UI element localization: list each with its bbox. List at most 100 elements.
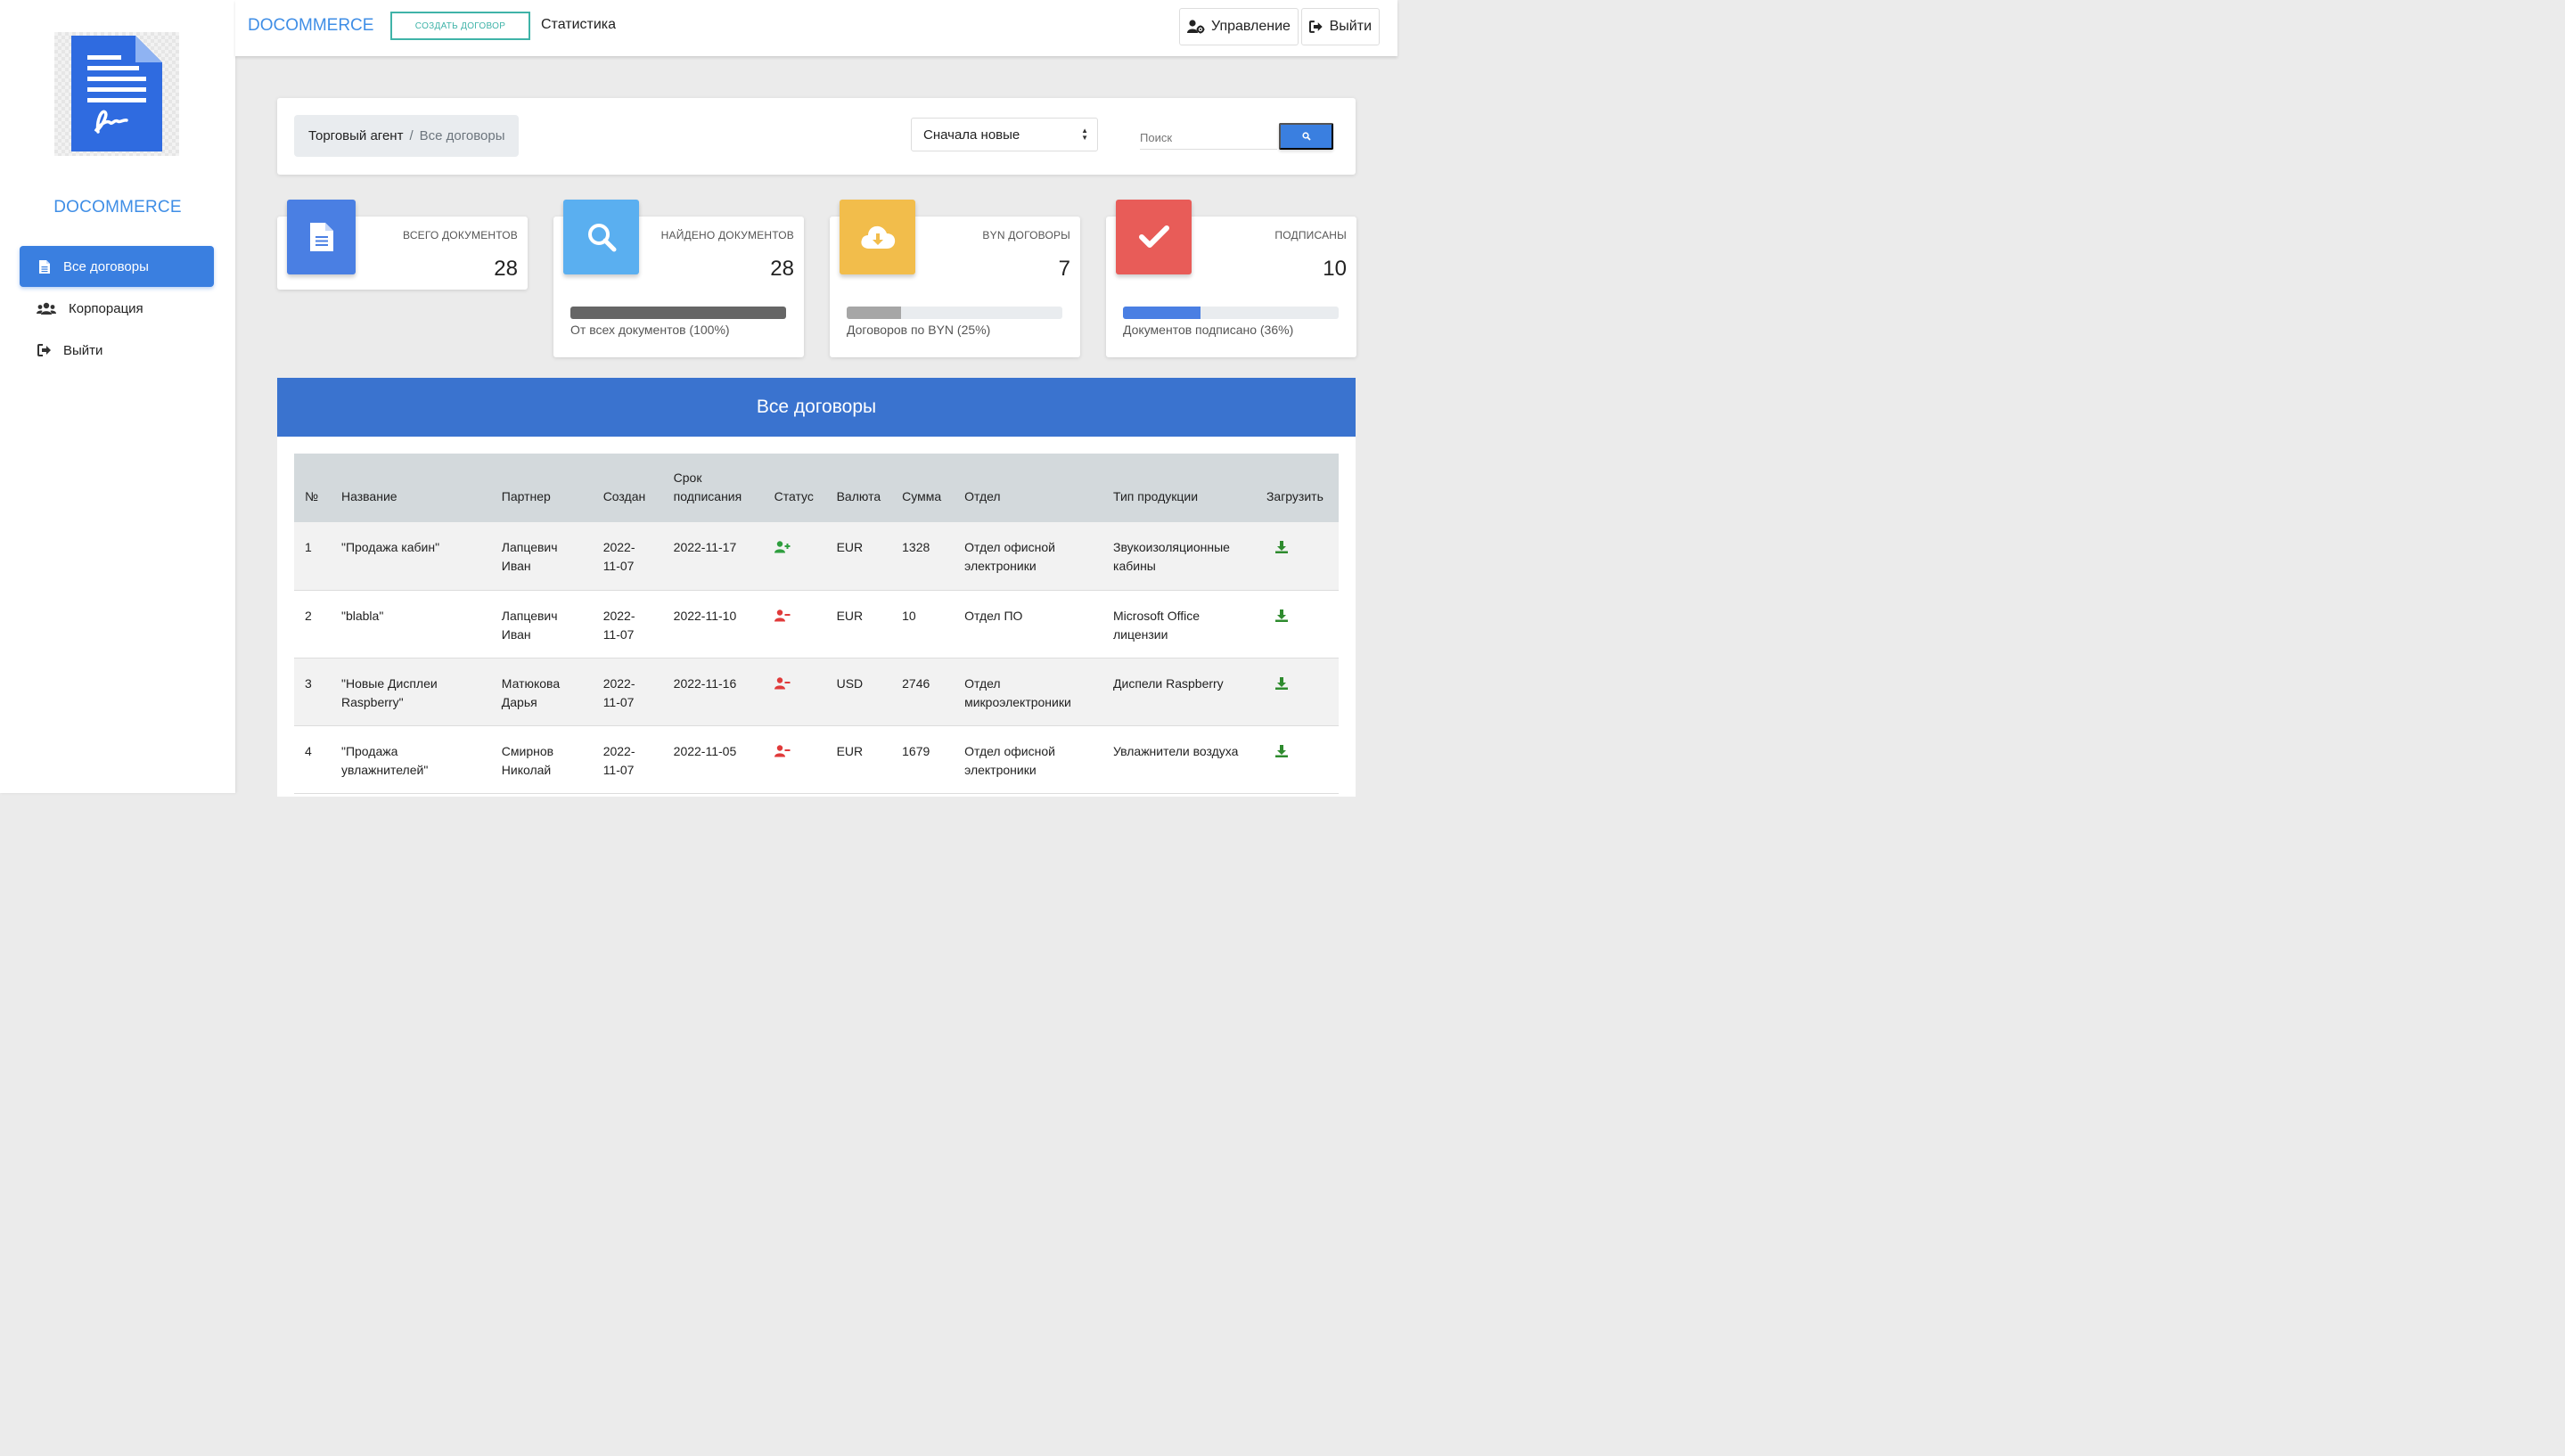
cell-dept: Отдел офисной электроники	[964, 743, 1055, 777]
contract-document-icon	[71, 36, 162, 151]
column-header[interactable]: №	[294, 454, 331, 522]
sort-value: Сначала новые	[923, 127, 1020, 143]
select-arrows-icon: ▲ ▼	[1081, 127, 1088, 142]
column-header[interactable]: Отдел	[954, 454, 1102, 522]
download-icon[interactable]	[1274, 676, 1288, 692]
exit-button[interactable]: Выйти	[1301, 8, 1380, 45]
file-icon	[36, 259, 53, 274]
search-icon	[563, 200, 639, 274]
breadcrumb-current: Все договоры	[419, 128, 505, 143]
cell-status	[764, 590, 826, 658]
sign-out-icon	[36, 344, 53, 356]
sidebar-item-label: Выйти	[63, 342, 103, 358]
sort-select[interactable]: Сначала новые ▲ ▼	[911, 118, 1098, 151]
cell-name: "blabla"	[340, 608, 384, 623]
cell-name: "Продажа кабин"	[340, 540, 440, 554]
user-minus-icon	[774, 676, 791, 692]
stat-value: 10	[1323, 257, 1347, 281]
sidebar-brand: DOCOMMERCE	[53, 198, 182, 217]
sign-out-icon	[1309, 20, 1323, 33]
cell-currency: EUR	[836, 540, 864, 554]
breadcrumb-separator: /	[409, 128, 414, 143]
column-header[interactable]: Название	[331, 454, 491, 522]
cell-created: 2022-11-07	[602, 675, 635, 709]
cell-name: "Новые Дисплеи Raspberry"	[340, 675, 438, 709]
column-header[interactable]: Сумма	[891, 454, 954, 522]
users-icon	[36, 302, 57, 315]
table-row[interactable]: 4 "Продажа увлажнителей" Смирнов Николай 20…	[294, 725, 1339, 793]
column-header: Загрузить	[1266, 489, 1323, 503]
create-contract-button[interactable]: СОЗДАТЬ ДОГОВОР	[390, 12, 530, 40]
sidebar-item-corporation[interactable]: Корпорация	[20, 288, 214, 329]
cell-sum: 2746	[902, 675, 930, 691]
cell-product: Диспели Raspberry	[1113, 675, 1224, 691]
cell-deadline: 2022-11-10	[673, 608, 737, 623]
topbar-brand[interactable]: DOCOMMERCE	[248, 16, 373, 36]
stat-card-total: ВСЕГО ДОКУМЕНТОВ 28	[277, 200, 528, 290]
stat-card-byn: BYN ДОГОВОРЫ 7 Договоров по BYN (25%)	[830, 200, 1080, 357]
stat-value: 28	[770, 257, 794, 281]
stat-label: НАЙДЕНО ДОКУМЕНТОВ	[660, 229, 794, 241]
column-header[interactable]: Тип продукции	[1102, 454, 1256, 522]
column-header[interactable]: Статус	[764, 454, 826, 522]
progress-fill	[570, 307, 786, 319]
table-row[interactable]: 2 "blabla" Лапцевич Иван 2022-11-07 2022-11-…	[294, 590, 1339, 658]
cell-dept: Отдел ПО	[964, 608, 1023, 623]
exit-label: Выйти	[1329, 19, 1372, 34]
table-title: Все договоры	[277, 378, 1356, 437]
cell-partner: Лапцевич Иван	[501, 540, 558, 573]
manage-button[interactable]: Управление	[1179, 8, 1299, 45]
cell-created: 2022-11-07	[602, 608, 635, 642]
user-plus-icon	[774, 541, 791, 556]
search-input[interactable]	[1140, 121, 1277, 150]
cell-status	[764, 522, 826, 590]
cell-status	[764, 725, 826, 793]
sidebar-item-label: Корпорация	[69, 300, 143, 316]
breadcrumb-item[interactable]: Торговый агент	[308, 128, 403, 143]
column-header[interactable]: Создан	[593, 454, 663, 522]
cell-sum: 1328	[902, 540, 930, 554]
cell-currency: EUR	[836, 743, 864, 758]
filter-card: Торговый агент / Все договоры Сначала но…	[277, 98, 1356, 175]
user-minus-icon	[774, 609, 791, 625]
progress-fill	[1123, 307, 1201, 319]
user-cog-icon	[1187, 20, 1205, 34]
contracts-table: № Название Партнер Создан Срок подписани…	[294, 454, 1339, 794]
logo	[54, 32, 179, 156]
cell-no: 1	[305, 540, 312, 554]
progress-bar	[1123, 307, 1339, 319]
column-header[interactable]: Валюта	[826, 454, 892, 522]
stat-label: ВСЕГО ДОКУМЕНТОВ	[403, 229, 518, 241]
cell-no: 4	[305, 743, 312, 758]
cell-product: Увлажнители воздуха	[1113, 743, 1239, 758]
cell-status	[764, 658, 826, 725]
table-row[interactable]: 3 "Новые Дисплеи Raspberry" Матюкова Дарья…	[294, 658, 1339, 725]
download-icon[interactable]	[1274, 609, 1288, 625]
cell-no: 2	[305, 608, 312, 623]
statistics-link[interactable]: Статистика	[541, 17, 616, 33]
download-icon[interactable]	[1274, 541, 1288, 556]
column-header[interactable]: Срок подписания	[663, 454, 764, 522]
cell-sum: 1679	[902, 743, 930, 758]
stat-card-signed: ПОДПИСАНЫ 10 Документов подписано (36%)	[1106, 200, 1356, 357]
sidebar: DOCOMMERCE Все договоры Корпорация Выйти	[0, 0, 235, 793]
cell-deadline: 2022-11-05	[673, 743, 737, 758]
progress-bar	[570, 307, 786, 319]
stat-note: От всех документов (100%)	[570, 323, 730, 337]
cell-dept: Отдел микроэлектроники	[964, 675, 1071, 709]
stat-value: 7	[1058, 257, 1070, 281]
cell-currency: USD	[836, 675, 864, 691]
cell-deadline: 2022-11-16	[673, 675, 737, 691]
cell-name: "Продажа увлажнителей"	[340, 743, 429, 777]
search-button[interactable]	[1279, 123, 1333, 150]
cell-deadline: 2022-11-17	[673, 540, 737, 554]
table-row[interactable]: 1 "Продажа кабин" Лапцевич Иван 2022-11-07 2…	[294, 522, 1339, 590]
column-header[interactable]: Партнер	[491, 454, 593, 522]
sidebar-item-logout[interactable]: Выйти	[20, 330, 214, 371]
sidebar-item-all-contracts[interactable]: Все договоры	[20, 246, 214, 287]
document-icon	[287, 200, 356, 274]
download-icon[interactable]	[1274, 744, 1288, 760]
stat-value: 28	[494, 257, 518, 281]
cloud-download-icon	[840, 200, 915, 274]
table-header-row: № Название Партнер Создан Срок подписани…	[294, 454, 1339, 522]
